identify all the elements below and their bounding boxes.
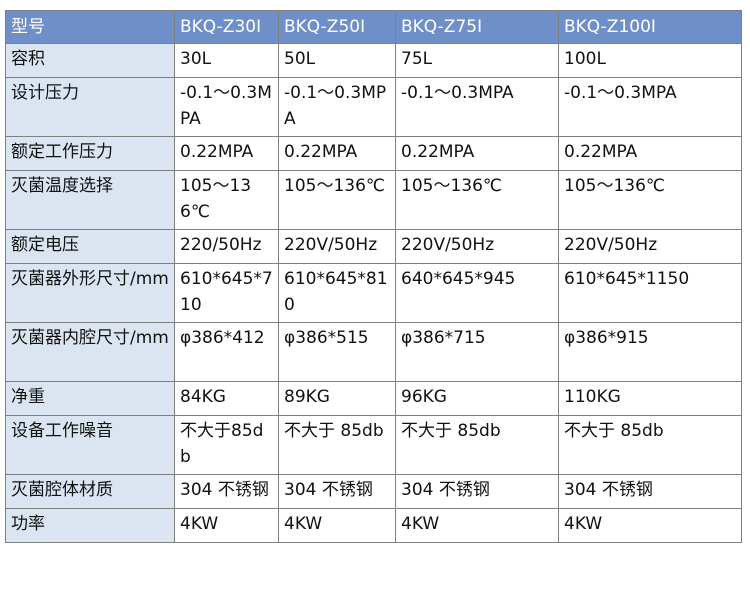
row-label-cell: 额定电压 [5,229,175,264]
table-row: 额定电压 220/50Hz 220V/50Hz 220V/50Hz 220V/5… [5,229,742,264]
table-cell: 304 不锈钢 [395,474,559,509]
table-row: 灭菌腔体材质 304 不锈钢 304 不锈钢 304 不锈钢 304 不锈钢 [5,474,742,509]
table-cell: 0.22MPA [278,136,396,171]
table-row: 设计压力 -0.1～0.3MPA -0.1～0.3MPA -0.1～0.3MPA… [5,77,742,137]
table-header-row: 型号 BKQ-Z30I BKQ-Z50I BKQ-Z75I BKQ-Z100I [5,10,742,44]
table-cell: 4KW [558,508,742,543]
table-cell: 0.22MPA [174,136,279,171]
table-cell: -0.1～0.3MPA [278,77,396,137]
row-label-cell: 功率 [5,508,175,543]
table-row: 灭菌器外形尺寸/mm 610*645*710 610*645*810 640*6… [5,263,742,323]
table-cell: φ386*412 [174,322,279,382]
table-cell: 105～136℃ [174,170,279,230]
spec-table: 型号 BKQ-Z30I BKQ-Z50I BKQ-Z75I BKQ-Z100I … [5,10,742,543]
table-cell: 0.22MPA [395,136,559,171]
table-cell: 84KG [174,381,279,416]
row-label-cell: 设计压力 [5,77,175,137]
table-cell: 610*645*1150 [558,263,742,323]
row-label-cell: 容积 [5,43,175,78]
table-cell: 304 不锈钢 [174,474,279,509]
table-cell: 不大于 85db [278,415,396,475]
table-row: 灭菌器内腔尺寸/mm φ386*412 φ386*515 φ386*715 φ3… [5,322,742,382]
table-row: 额定工作压力 0.22MPA 0.22MPA 0.22MPA 0.22MPA [5,136,742,171]
row-label-cell: 灭菌器内腔尺寸/mm [5,322,175,382]
model-header-cell: BKQ-Z30I [174,10,279,44]
table-cell: -0.1～0.3MPA [174,77,279,137]
table-cell: 610*645*810 [278,263,396,323]
table-cell: 220V/50Hz [395,229,559,264]
table-row: 容积 30L 50L 75L 100L [5,43,742,78]
table-cell: φ386*715 [395,322,559,382]
row-label-cell: 灭菌腔体材质 [5,474,175,509]
table-cell: 不大于 85db [395,415,559,475]
table-cell: 304 不锈钢 [558,474,742,509]
table-row: 功率 4KW 4KW 4KW 4KW [5,508,742,543]
table-cell: 610*645*710 [174,263,279,323]
table-cell: 105～136℃ [558,170,742,230]
table-cell: 304 不锈钢 [278,474,396,509]
table-cell: 640*645*945 [395,263,559,323]
table-cell: 0.22MPA [558,136,742,171]
table-row: 设备工作噪音 不大于85db 不大于 85db 不大于 85db 不大于 85d… [5,415,742,475]
row-label-cell: 灭菌温度选择 [5,170,175,230]
table-cell: 100L [558,43,742,78]
table-cell: φ386*515 [278,322,396,382]
table-row: 灭菌温度选择 105～136℃ 105～136℃ 105～136℃ 105～13… [5,170,742,230]
header-label-cell: 型号 [5,10,175,44]
table-cell: 96KG [395,381,559,416]
table-cell: 89KG [278,381,396,416]
table-cell: 不大于 85db [558,415,742,475]
row-label-cell: 额定工作压力 [5,136,175,171]
table-cell: 220/50Hz [174,229,279,264]
row-label-cell: 设备工作噪音 [5,415,175,475]
table-cell: -0.1～0.3MPA [558,77,742,137]
table-cell: 220V/50Hz [278,229,396,264]
table-cell: 4KW [174,508,279,543]
row-label-cell: 灭菌器外形尺寸/mm [5,263,175,323]
model-header-cell: BKQ-Z75I [395,10,559,44]
table-row: 净重 84KG 89KG 96KG 110KG [5,381,742,416]
model-header-cell: BKQ-Z100I [558,10,742,44]
table-cell: 50L [278,43,396,78]
table-cell: 105～136℃ [278,170,396,230]
table-cell: φ386*915 [558,322,742,382]
table-cell: 4KW [278,508,396,543]
table-cell: 4KW [395,508,559,543]
table-cell: 110KG [558,381,742,416]
model-header-cell: BKQ-Z50I [278,10,396,44]
row-label-cell: 净重 [5,381,175,416]
table-cell: 75L [395,43,559,78]
table-cell: 不大于85db [174,415,279,475]
table-cell: 220V/50Hz [558,229,742,264]
table-cell: 30L [174,43,279,78]
table-cell: 105～136℃ [395,170,559,230]
table-cell: -0.1～0.3MPA [395,77,559,137]
